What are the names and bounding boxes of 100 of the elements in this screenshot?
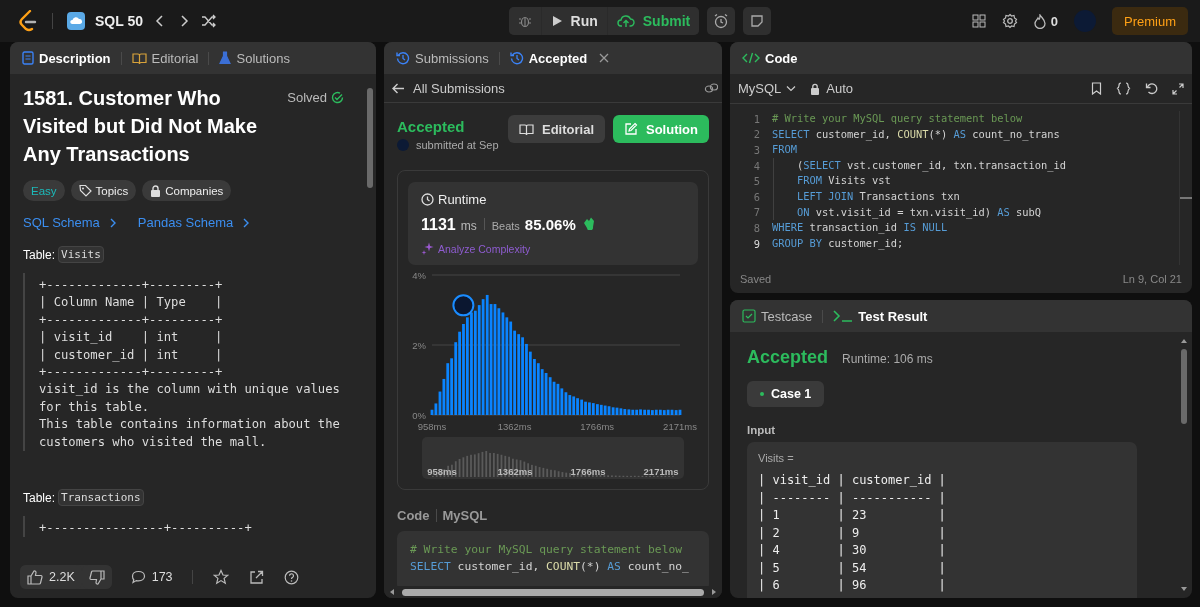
table-name: Visits [58,246,104,263]
axis-label: 2171ms [663,421,697,432]
lock-icon [810,82,821,95]
axis-label: 1766ms [570,466,606,477]
language-dropdown[interactable]: MySQL [738,81,797,96]
document-icon [22,51,34,65]
premium-button[interactable]: Premium [1111,7,1188,35]
back-link[interactable]: All Submissions [392,80,505,96]
avatar [397,139,409,151]
cloud-icon [67,12,85,30]
layout-icon[interactable] [971,14,986,28]
speech-bubble-icon [130,570,146,584]
code-line: # Write your MySQL query statement below [772,111,1023,126]
panel-tab[interactable]: Test Result [829,304,932,328]
difficulty-tag[interactable]: Easy [23,180,65,201]
close-icon[interactable] [599,53,610,63]
auto-mode[interactable]: Auto [810,81,854,96]
play-icon [550,15,563,27]
bug-icon [517,14,532,28]
back-arrow-icon [392,82,405,94]
schema-link[interactable]: Pandas Schema [137,215,252,230]
timer-button[interactable] [707,7,736,35]
line-number: 6 [752,190,761,203]
panel-title: Code [738,46,802,70]
submission-status: Accepted [397,118,466,135]
scroll-down-icon[interactable] [1180,586,1188,592]
expand-icon[interactable] [1172,82,1184,95]
panel-tab[interactable]: Solutions [215,46,294,70]
beats-value: 85.06% [524,216,576,233]
settings-icon[interactable] [1001,13,1018,29]
beats-label: Beats [491,220,520,232]
axis-label: 4% [412,270,426,281]
schema-block: +----------------+----------+ [23,516,352,538]
code-line: GROUP BY customer_id; [772,235,904,252]
terminal-icon [833,309,854,323]
code-line: WHERE transaction_id IS NULL [772,220,948,236]
table-label: Table: [23,247,56,262]
note-button[interactable] [743,7,772,35]
line-number: 7 [752,206,761,219]
submitted-time: submitted at Sep [416,139,499,151]
comments-button[interactable]: 173 [123,565,180,589]
check-circle-icon [331,91,344,104]
panel-tab[interactable]: Editorial [127,46,203,70]
braces-icon[interactable] [1116,82,1131,95]
tag-button[interactable]: Topics [70,180,137,201]
undo-icon[interactable] [1145,82,1158,95]
runtime-unit: ms [460,219,477,233]
debug-button[interactable] [508,7,541,35]
help-icon[interactable] [283,569,299,585]
code-line: # Write your MySQL query statement below [410,542,684,558]
result-status: Accepted [747,347,829,368]
case-tab[interactable]: Case 1 [747,381,825,407]
thumbs-down-icon [88,569,105,585]
scrollbar[interactable] [384,586,722,598]
panel-tab[interactable]: Accepted [505,46,592,70]
line-number: 8 [752,221,761,234]
table-name: Transactions [58,489,144,507]
upload-icon [616,14,635,28]
streak-counter[interactable]: 0 [1033,13,1058,29]
runtime-title: Runtime [438,192,487,207]
scroll-left-icon[interactable] [388,588,396,596]
bookmark-icon[interactable] [1091,82,1102,95]
scroll-right-icon[interactable] [710,588,718,596]
code-icon [742,52,760,64]
logo-icon[interactable] [18,10,38,32]
link-icon[interactable] [704,82,718,94]
problem-list-title[interactable]: SQL 50 [95,13,143,29]
tag-button[interactable]: Companies [142,180,232,201]
scroll-up-icon[interactable] [1180,338,1188,344]
schema-block: +-------------+---------+ | Column Name | Type | +-------------+---------+ | visit_id | int | | customer_id | int | +-------------+---------+ visit_id is the column with unique values for this table. This table contains information about the customers who visited the mall. [23,273,352,452]
flask-icon [219,51,232,65]
schema-link[interactable]: SQL Schema [23,215,118,230]
star-icon[interactable] [212,569,229,585]
editorial-button[interactable]: Editorial [508,115,605,143]
axis-label: 1362ms [497,421,532,432]
problem-title: 1581. Customer Who Visited but Did Not Make Any Transactions [23,86,259,167]
save-status: Saved [740,273,772,285]
history-icon [396,51,410,65]
panel-tab[interactable]: Description [18,46,115,70]
thumbs-up-icon [27,569,43,585]
alarm-clock-icon [713,13,730,29]
range-selector[interactable]: 958ms 1362ms 1766ms 2171ms [422,437,684,479]
lock-icon [150,184,162,197]
note-icon [750,14,765,28]
checkbox-icon [742,309,756,323]
submit-button[interactable]: Submit [607,7,700,35]
table-row-text: | 6 | 96 | [758,577,947,594]
table-row-text: | 4 | 30 | [758,542,947,559]
solved-status: Solved [287,90,344,105]
run-button[interactable]: Run [541,7,607,35]
shuffle-icon[interactable] [201,14,217,28]
axis-label: 0% [412,410,426,421]
panel-tab[interactable]: Testcase [738,304,817,328]
code-label: Code [397,508,430,523]
share-icon[interactable] [248,569,264,585]
axis-label: 958ms [427,466,457,477]
line-number: 2 [752,128,761,141]
avatar-marker [452,294,475,317]
panel-tab[interactable]: Submissions [392,46,493,70]
table-row-text: | 5 | 54 | [758,559,947,577]
